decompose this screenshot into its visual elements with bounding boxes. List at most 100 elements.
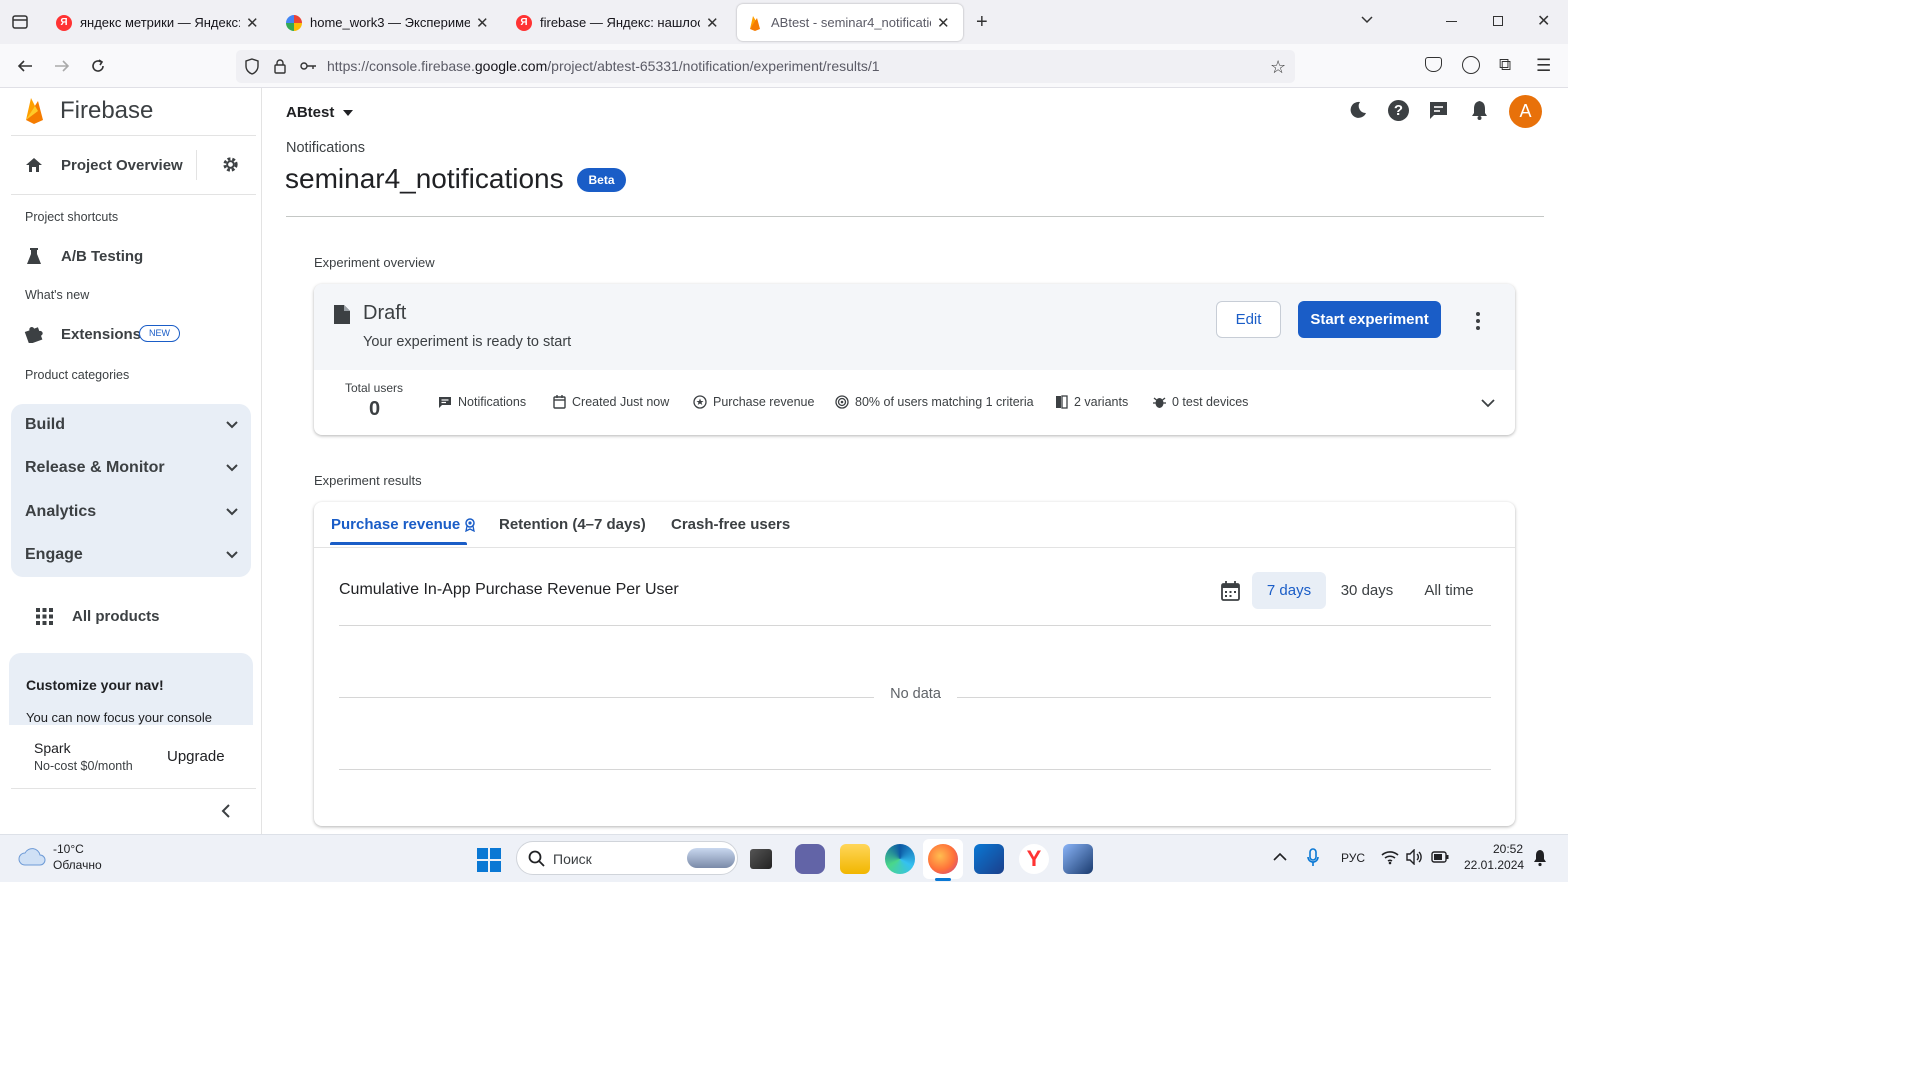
lock-icon[interactable]	[273, 58, 287, 75]
notification-bell-icon[interactable]	[1533, 849, 1547, 867]
input-language[interactable]: РУС	[1341, 851, 1365, 865]
clock-time[interactable]: 20:52	[1493, 842, 1523, 856]
volume-icon[interactable]	[1406, 849, 1424, 865]
file-explorer-icon[interactable]	[840, 844, 870, 874]
weather-cloud-icon[interactable]	[18, 848, 46, 866]
windows-start-icon[interactable]	[477, 848, 501, 872]
pocket-icon[interactable]	[1425, 57, 1442, 72]
yandex-browser-icon[interactable]: Y	[1019, 844, 1049, 874]
virtualbox-icon[interactable]	[1063, 844, 1093, 874]
project-overview-link[interactable]: Project Overview	[61, 157, 183, 174]
minimize-icon[interactable]	[1446, 21, 1457, 22]
brand-name[interactable]: Firebase	[60, 97, 153, 125]
feedback-icon[interactable]	[1429, 101, 1448, 120]
back-icon[interactable]	[16, 57, 34, 75]
tray-chevron-up-icon[interactable]	[1273, 852, 1287, 862]
avatar[interactable]: A	[1509, 95, 1542, 128]
breadcrumb[interactable]: Notifications	[286, 140, 365, 156]
edge-icon[interactable]	[885, 844, 915, 874]
edit-button[interactable]: Edit	[1216, 301, 1281, 338]
category-analytics[interactable]: Analytics	[11, 490, 251, 533]
weather-condition[interactable]: Облачно	[53, 858, 102, 872]
total-users-label: Total users	[345, 381, 404, 395]
range-7-days[interactable]: 7 days	[1252, 572, 1326, 609]
task-view-icon[interactable]	[750, 849, 772, 869]
calendar-icon[interactable]	[1221, 581, 1240, 601]
home-icon	[25, 157, 43, 173]
category-engage[interactable]: Engage	[11, 533, 251, 576]
range-all-time[interactable]: All time	[1412, 572, 1486, 609]
account-icon[interactable]	[1462, 56, 1480, 74]
tab-retention[interactable]: Retention (4–7 days)	[499, 516, 646, 533]
browser-tab-1[interactable]: Я яндекс метрики — Яндекс: на ✕	[46, 4, 271, 41]
meta-test-devices: 0 test devices	[1153, 395, 1248, 409]
range-30-days[interactable]: 30 days	[1331, 572, 1403, 609]
address-bar[interactable]: https://console.firebase.google.com/proj…	[236, 50, 1295, 83]
firefox-icon[interactable]	[928, 844, 958, 874]
tab-purchase-revenue[interactable]: Purchase revenue	[331, 516, 476, 533]
close-tab-icon[interactable]: ✕	[706, 14, 719, 32]
shield-icon[interactable]	[244, 58, 260, 75]
search-placeholder: Поиск	[553, 851, 592, 867]
customize-nav-card[interactable]: Customize your nav! You can now focus yo…	[9, 653, 253, 725]
teams-icon[interactable]	[795, 844, 825, 874]
notifications-bell-icon[interactable]	[1470, 100, 1489, 121]
ab-testing-link[interactable]: A/B Testing	[61, 248, 143, 265]
bookmark-star-icon[interactable]: ☆	[1270, 57, 1286, 78]
tab-crash-free-users[interactable]: Crash-free users	[671, 516, 790, 533]
help-icon[interactable]: ?	[1388, 100, 1409, 121]
browser-tab-2[interactable]: home_work3 — Эксперименть ✕	[276, 4, 501, 41]
more-options-icon[interactable]	[1476, 312, 1480, 330]
tab-list-icon[interactable]	[11, 13, 29, 31]
close-tab-icon[interactable]: ✕	[476, 14, 489, 32]
start-experiment-button[interactable]: Start experiment	[1298, 301, 1441, 338]
extensions-icon[interactable]: ⧉	[1499, 55, 1511, 75]
project-selector[interactable]: ABtest	[286, 104, 354, 121]
meta-notifications: Notifications	[438, 395, 526, 409]
dark-mode-icon[interactable]	[1348, 100, 1368, 120]
weather-temp[interactable]: -10°C	[53, 842, 84, 856]
taskbar-search[interactable]: Поиск	[516, 841, 738, 875]
target-icon	[835, 395, 849, 409]
extensions-link[interactable]: Extensions	[61, 326, 141, 343]
browser-tab-3[interactable]: Я firebase — Яндекс: нашлось 5 ✕	[506, 4, 731, 41]
url-text[interactable]: https://console.firebase.google.com/proj…	[327, 58, 880, 74]
settings-gear-icon[interactable]	[221, 155, 240, 174]
search-icon	[528, 850, 545, 867]
forward-icon[interactable]	[53, 57, 71, 75]
battery-icon[interactable]	[1431, 851, 1449, 863]
clock-date[interactable]: 22.01.2024	[1464, 858, 1524, 872]
menu-icon[interactable]: ☰	[1536, 56, 1551, 76]
close-tab-icon[interactable]: ✕	[246, 14, 259, 32]
store-icon[interactable]	[974, 844, 1004, 874]
search-highlight-image	[687, 848, 735, 868]
divider	[11, 135, 256, 136]
new-tab-icon[interactable]: +	[976, 11, 988, 34]
expand-chevron-icon[interactable]	[1481, 398, 1495, 408]
collapse-sidebar-icon[interactable]	[219, 803, 233, 819]
browser-tab-active[interactable]: ABtest - seminar4_notifications ✕	[737, 4, 963, 41]
close-window-icon[interactable]: ✕	[1537, 11, 1550, 31]
close-tab-icon[interactable]: ✕	[937, 14, 950, 32]
upgrade-button[interactable]: Upgrade	[167, 748, 225, 765]
wifi-icon[interactable]	[1381, 849, 1399, 865]
microphone-icon[interactable]	[1307, 848, 1319, 868]
browser-nav-bar: https://console.firebase.google.com/proj…	[0, 44, 1568, 88]
all-products-link[interactable]: All products	[72, 608, 160, 625]
yandex-icon: Я	[56, 14, 72, 31]
chevron-down-icon[interactable]	[1360, 12, 1374, 26]
message-icon	[439, 396, 451, 408]
calendar-icon	[553, 395, 566, 409]
category-build[interactable]: Build	[11, 403, 251, 446]
category-release-monitor[interactable]: Release & Monitor	[11, 446, 251, 489]
meta-goal: Purchase revenue	[693, 395, 814, 409]
firebase-logo-icon[interactable]	[24, 96, 46, 124]
main-content: ABtest ? A Notifications seminar4_notifi…	[262, 88, 1568, 834]
extensions-puzzle-icon	[24, 324, 44, 343]
permissions-key-icon[interactable]	[300, 60, 318, 72]
experiment-status-text: Your experiment is ready to start	[363, 334, 572, 350]
restore-icon[interactable]	[1493, 16, 1503, 26]
reload-icon[interactable]	[89, 57, 107, 75]
beta-badge: Beta	[577, 168, 626, 192]
meta-text: Notifications	[458, 395, 527, 409]
